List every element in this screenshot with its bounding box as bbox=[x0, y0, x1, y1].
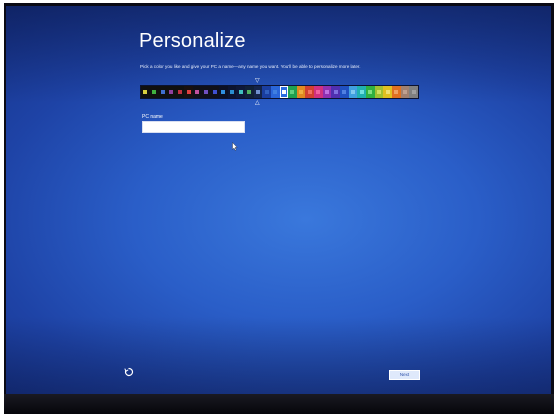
color-chip bbox=[273, 90, 278, 94]
color-chip bbox=[264, 90, 269, 94]
color-chip bbox=[160, 90, 165, 94]
next-button[interactable]: Next bbox=[389, 370, 420, 380]
selection-marker-top-icon: ▽ bbox=[255, 78, 260, 84]
color-chip bbox=[403, 90, 408, 94]
color-chip bbox=[342, 90, 347, 94]
color-swatch[interactable] bbox=[400, 86, 410, 98]
color-swatch[interactable] bbox=[409, 86, 418, 98]
color-swatch[interactable] bbox=[210, 86, 219, 98]
page-title: Personalize bbox=[139, 30, 246, 52]
color-chip bbox=[281, 90, 286, 94]
color-swatch[interactable] bbox=[218, 86, 228, 98]
color-swatch[interactable] bbox=[166, 86, 176, 98]
color-chip bbox=[411, 90, 416, 94]
color-chip bbox=[290, 90, 295, 94]
color-chip bbox=[186, 90, 191, 94]
pc-name-input[interactable] bbox=[142, 121, 245, 133]
color-swatch[interactable] bbox=[374, 86, 384, 98]
color-swatch[interactable] bbox=[201, 86, 211, 98]
color-swatch[interactable] bbox=[149, 86, 159, 98]
color-chip bbox=[221, 90, 226, 94]
color-swatch[interactable] bbox=[192, 86, 202, 98]
selection-marker-bottom-icon: △ bbox=[255, 100, 260, 106]
color-chip bbox=[359, 90, 364, 94]
color-chip bbox=[377, 90, 382, 94]
color-swatch[interactable] bbox=[348, 86, 358, 98]
color-swatch[interactable] bbox=[141, 86, 150, 98]
color-chip bbox=[325, 90, 330, 94]
color-chip bbox=[151, 90, 156, 94]
color-swatch[interactable] bbox=[262, 86, 271, 98]
color-swatch[interactable] bbox=[236, 86, 245, 98]
color-swatch[interactable] bbox=[331, 86, 341, 98]
color-swatch[interactable] bbox=[383, 86, 393, 98]
color-swatch[interactable] bbox=[392, 86, 401, 98]
color-chip bbox=[368, 90, 373, 94]
color-chip bbox=[351, 90, 356, 94]
color-palette[interactable] bbox=[140, 85, 419, 99]
color-chip bbox=[229, 90, 234, 94]
color-swatch[interactable] bbox=[357, 86, 367, 98]
color-chip bbox=[177, 90, 182, 94]
color-swatch[interactable] bbox=[305, 86, 315, 98]
color-chip bbox=[238, 90, 243, 94]
color-swatch[interactable] bbox=[288, 86, 297, 98]
color-swatch[interactable] bbox=[244, 86, 254, 98]
color-swatch[interactable] bbox=[340, 86, 349, 98]
color-chip bbox=[299, 90, 304, 94]
color-chip bbox=[247, 90, 252, 94]
color-chip bbox=[143, 90, 148, 94]
color-swatch[interactable] bbox=[253, 86, 263, 98]
color-chip bbox=[307, 90, 312, 94]
color-swatch[interactable] bbox=[270, 86, 280, 98]
color-swatch[interactable] bbox=[296, 86, 306, 98]
color-chip bbox=[169, 90, 174, 94]
color-chip bbox=[212, 90, 217, 94]
color-swatch[interactable] bbox=[279, 86, 289, 98]
setup-screen: Personalize Pick a color you like and gi… bbox=[6, 6, 551, 394]
color-chip bbox=[385, 90, 390, 94]
ease-of-access-icon[interactable] bbox=[124, 367, 134, 377]
color-swatch[interactable] bbox=[158, 86, 167, 98]
color-chip bbox=[333, 90, 338, 94]
color-chip bbox=[255, 90, 260, 94]
page-subtitle: Pick a color you like and give your PC a… bbox=[140, 64, 361, 69]
monitor-bezel bbox=[4, 394, 554, 414]
mouse-cursor-icon bbox=[232, 142, 238, 151]
color-swatch[interactable] bbox=[322, 86, 332, 98]
color-chip bbox=[394, 90, 399, 94]
color-swatch[interactable] bbox=[227, 86, 237, 98]
color-swatch[interactable] bbox=[175, 86, 185, 98]
color-swatch[interactable] bbox=[184, 86, 193, 98]
color-swatch[interactable] bbox=[314, 86, 323, 98]
pc-name-label: PC name bbox=[142, 114, 163, 120]
color-chip bbox=[203, 90, 208, 94]
color-swatch[interactable] bbox=[366, 86, 375, 98]
color-chip bbox=[316, 90, 321, 94]
photo-frame: Personalize Pick a color you like and gi… bbox=[4, 3, 554, 414]
color-chip bbox=[195, 90, 200, 94]
